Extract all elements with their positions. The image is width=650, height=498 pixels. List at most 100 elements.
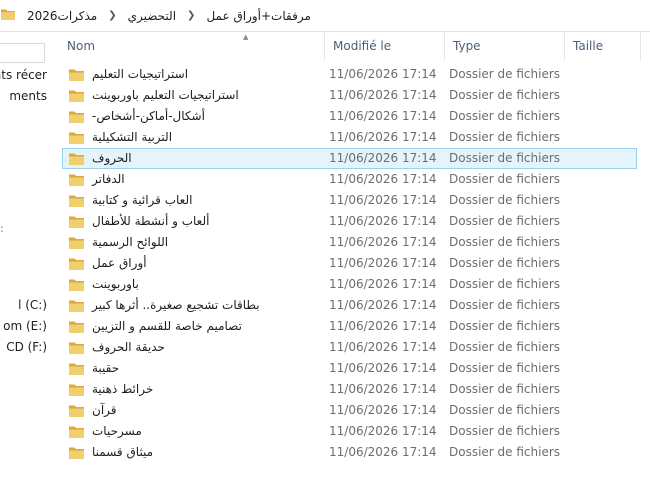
file-modified: 11/06/2026 17:14: [329, 277, 437, 291]
address-bar[interactable]: مذكرات2026 ❯ التحضيري ❯ مرفقات+أوراق عمل: [0, 0, 650, 32]
file-row[interactable]: تصاميم خاصة للقسم و التزيين 11/06/2026 17…: [62, 316, 637, 337]
nav-marker: :: [0, 222, 4, 235]
file-row[interactable]: ميثاق قسمنا 11/06/2026 17:14 Dossier de fi…: [62, 442, 637, 463]
file-name: مسرحيات: [92, 424, 142, 438]
nav-item-drive-c[interactable]: l (C:): [18, 298, 47, 312]
file-type: Dossier de fichiers: [449, 256, 561, 270]
column-type[interactable]: Type: [445, 32, 565, 60]
folder-icon: [69, 342, 84, 354]
file-type: Dossier de fichiers: [449, 151, 561, 165]
file-modified: 11/06/2026 17:14: [329, 256, 437, 270]
file-name: باوربوينت: [92, 277, 139, 291]
folder-icon: [69, 237, 84, 249]
file-row[interactable]: بطاقات تشجيع صغيرة.. أثرها كبير 11/06/202…: [62, 295, 637, 316]
file-row[interactable]: ألعاب و أنشطة للأطفال 11/06/2026 17:14 Dos…: [62, 211, 637, 232]
file-name: حديقة الحروف: [92, 340, 165, 354]
file-modified: 11/06/2026 17:14: [329, 361, 437, 375]
navigation-pane: ents récer ments : l (C:) om (E:) CD (F:…: [0, 32, 57, 498]
folder-icon: [69, 153, 84, 165]
folder-icon: [69, 363, 84, 375]
file-name: العاب قرائية و كتابية: [92, 193, 193, 207]
file-modified: 11/06/2026 17:14: [329, 235, 437, 249]
file-type: Dossier de fichiers: [449, 193, 561, 207]
file-row[interactable]: خرائط ذهنية 11/06/2026 17:14 Dossier de fi…: [62, 379, 637, 400]
file-name: الحروف: [92, 151, 132, 165]
folder-icon: [69, 132, 84, 144]
file-type: Dossier de fichiers: [449, 445, 561, 459]
file-row[interactable]: مسرحيات 11/06/2026 17:14 Dossier de fichie…: [62, 421, 637, 442]
breadcrumb-item[interactable]: التحضيري: [125, 9, 179, 23]
file-name: اللوائح الرسمية: [92, 235, 169, 249]
file-row[interactable]: استراتيجيات التعليم 11/06/2026 17:14 Dossi…: [62, 64, 637, 85]
folder-icon: [69, 426, 84, 438]
file-type: Dossier de fichiers: [449, 235, 561, 249]
column-date[interactable]: Modifié le: [325, 32, 445, 60]
file-modified: 11/06/2026 17:14: [329, 445, 437, 459]
file-type: Dossier de fichiers: [449, 361, 561, 375]
file-type: Dossier de fichiers: [449, 382, 561, 396]
file-row[interactable]: الدفاتر 11/06/2026 17:14 Dossier de fichie…: [62, 169, 637, 190]
nav-search-box[interactable]: [0, 43, 45, 63]
file-type: Dossier de fichiers: [449, 403, 561, 417]
file-type: Dossier de fichiers: [449, 319, 561, 333]
breadcrumb-item[interactable]: مذكرات2026: [24, 9, 100, 23]
file-type: Dossier de fichiers: [449, 88, 561, 102]
chevron-right-icon[interactable]: ❯: [179, 10, 203, 21]
file-row[interactable]: حقيبة 11/06/2026 17:14 Dossier de fichiers: [62, 358, 637, 379]
file-row[interactable]: أوراق عمل 11/06/2026 17:14 Dossier de fich…: [62, 253, 637, 274]
file-row[interactable]: باوربوينت 11/06/2026 17:14 Dossier de fich…: [62, 274, 637, 295]
file-row[interactable]: حديقة الحروف 11/06/2026 17:14 Dossier de f…: [62, 337, 637, 358]
file-type: Dossier de fichiers: [449, 214, 561, 228]
file-modified: 11/06/2026 17:14: [329, 382, 437, 396]
nav-item-drive-e[interactable]: om (E:): [3, 319, 47, 333]
file-type: Dossier de fichiers: [449, 67, 561, 81]
column-header: ▲ Nom Modifié le Type Taille: [59, 32, 650, 60]
file-name: الدفاتر: [92, 172, 125, 186]
file-modified: 11/06/2026 17:14: [329, 193, 437, 207]
file-row[interactable]: قرآن 11/06/2026 17:14 Dossier de fichiers: [62, 400, 637, 421]
file-modified: 11/06/2026 17:14: [329, 340, 437, 354]
file-type: Dossier de fichiers: [449, 172, 561, 186]
file-modified: 11/06/2026 17:14: [329, 88, 437, 102]
nav-item-drive-f[interactable]: CD (F:): [6, 340, 47, 354]
folder-icon: [69, 384, 84, 396]
file-modified: 11/06/2026 17:14: [329, 424, 437, 438]
file-type: Dossier de fichiers: [449, 298, 561, 312]
file-name: خرائط ذهنية: [92, 382, 154, 396]
file-name: تصاميم خاصة للقسم و التزيين: [92, 319, 242, 333]
chevron-right-icon[interactable]: ❯: [100, 10, 124, 21]
folder-icon: [69, 111, 84, 123]
breadcrumb-item[interactable]: مرفقات+أوراق عمل: [203, 9, 313, 23]
file-type: Dossier de fichiers: [449, 109, 561, 123]
folder-icon: [69, 216, 84, 228]
file-row[interactable]: استراتيجيات التعليم باوربوينت 11/06/2026 …: [62, 85, 637, 106]
file-modified: 11/06/2026 17:14: [329, 151, 437, 165]
file-modified: 11/06/2026 17:14: [329, 298, 437, 312]
file-name: استراتيجيات التعليم: [92, 67, 189, 81]
folder-icon: [69, 300, 84, 312]
folder-icon: [69, 90, 84, 102]
column-size[interactable]: Taille: [565, 32, 641, 60]
folder-icon: [69, 447, 84, 459]
file-name: ميثاق قسمنا: [92, 445, 154, 459]
folder-icon: [69, 174, 84, 186]
file-modified: 11/06/2026 17:14: [329, 172, 437, 186]
file-row[interactable]: الحروف 11/06/2026 17:14 Dossier de fichier…: [62, 148, 637, 169]
file-type: Dossier de fichiers: [449, 340, 561, 354]
file-row[interactable]: أشكال-أماكن-أشخاص- 11/06/2026 17:14 Dossie…: [62, 106, 637, 127]
file-name: أوراق عمل: [92, 256, 147, 270]
file-row[interactable]: اللوائح الرسمية 11/06/2026 17:14 Dossier d…: [62, 232, 637, 253]
folder-icon: [69, 258, 84, 270]
file-modified: 11/06/2026 17:14: [329, 403, 437, 417]
file-modified: 11/06/2026 17:14: [329, 319, 437, 333]
folder-icon: [69, 405, 84, 417]
file-name: بطاقات تشجيع صغيرة.. أثرها كبير: [92, 298, 260, 312]
nav-item-documents[interactable]: ments: [9, 89, 47, 103]
file-row[interactable]: التربية التشكيلية 11/06/2026 17:14 Dossier…: [62, 127, 637, 148]
column-name[interactable]: Nom: [59, 32, 325, 60]
breadcrumb: مذكرات2026 ❯ التحضيري ❯ مرفقات+أوراق عمل: [24, 0, 314, 31]
folder-icon: [69, 69, 84, 81]
file-row[interactable]: العاب قرائية و كتابية 11/06/2026 17:14 Dos…: [62, 190, 637, 211]
nav-item-recent[interactable]: ents récer: [0, 68, 47, 82]
folder-icon: [69, 279, 84, 291]
